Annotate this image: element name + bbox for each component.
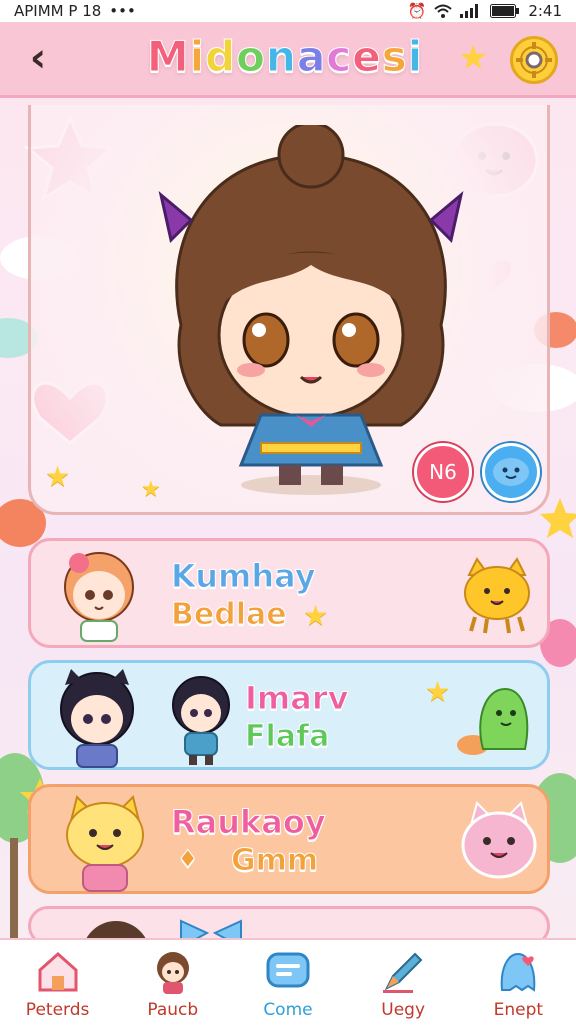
nav-label: Uegy <box>381 1000 426 1020</box>
alarm-icon: ⏰ <box>407 2 427 20</box>
signal-icon <box>460 4 479 18</box>
card-title: Imarv <box>244 679 349 718</box>
card-subtitle: Flafa <box>244 719 330 755</box>
character-icon <box>156 952 189 994</box>
nav-item-home[interactable]: Peterds <box>3 940 113 1020</box>
list-item[interactable]: Kumhay Bedlae ★ <box>28 538 550 648</box>
bottom-nav: Peterds Paucb Come Uegy Enept <box>0 938 576 1026</box>
chat-bubble-button[interactable] <box>482 443 540 501</box>
title-letter: o <box>236 32 267 82</box>
page-title: Midonacesi <box>120 32 450 82</box>
title-letter: i <box>189 32 206 82</box>
status-dots: ••• <box>109 2 136 20</box>
list-item[interactable]: Raukaoy ♦ Gmm <box>28 784 550 894</box>
card-subtitle: Gmm <box>230 843 319 879</box>
star-icon: ★ <box>458 38 489 78</box>
title-letter: M <box>146 32 190 82</box>
wifi-icon <box>434 4 452 18</box>
list-item[interactable]: Imarv Flafa ★ <box>28 660 550 770</box>
home-icon <box>38 951 78 992</box>
card-subtitle-prefix: ♦ <box>177 845 199 874</box>
chat-icon <box>266 952 310 988</box>
nav-item-ghost[interactable]: Enept <box>463 940 573 1020</box>
nav-label: Come <box>263 1000 313 1020</box>
gear-icon <box>516 42 552 78</box>
clock: 2:41 <box>528 2 562 20</box>
star-icon: ★ <box>45 460 71 493</box>
ghost-cat-icon <box>461 801 537 879</box>
title-letter: i <box>407 32 424 82</box>
card-title: Kumhay <box>171 557 317 596</box>
avatar <box>66 795 144 892</box>
nav-item-edit[interactable]: Uegy <box>348 940 458 1020</box>
star-icon: ★ <box>141 477 161 502</box>
cat-icon <box>464 557 530 634</box>
star-icon: ★ <box>303 599 329 632</box>
avatar <box>60 669 134 768</box>
status-bar: APIMM P 18 ••• ⏰ 2:41 <box>0 0 576 22</box>
pencil-icon <box>383 952 423 993</box>
title-letter: a <box>296 32 327 82</box>
level-badge[interactable]: N6 <box>414 443 472 501</box>
card-title: Raukaoy <box>171 803 327 842</box>
title-letter: d <box>205 32 237 82</box>
nav-label: Enept <box>493 1000 544 1020</box>
blue-blob-icon <box>493 458 529 486</box>
avatar <box>64 552 134 642</box>
app-header: ‹ Midonacesi ★ <box>0 22 576 98</box>
star-icon: ★ <box>425 675 451 708</box>
title-letter: s <box>381 32 408 82</box>
profile-card: ★ ★ <box>28 105 550 515</box>
ghost-icon <box>501 952 536 992</box>
chevron-left-icon: ‹ <box>29 35 47 81</box>
battery-icon <box>490 4 520 18</box>
avatar <box>172 676 230 765</box>
settings-button[interactable] <box>510 36 558 84</box>
nav-label: Peterds <box>25 1000 90 1020</box>
title-letter: c <box>326 32 353 82</box>
nav-item-chat[interactable]: Come <box>233 940 343 1020</box>
carrier-text: APIMM P 18 <box>14 2 102 20</box>
nav-item-character[interactable]: Paucb <box>118 940 228 1020</box>
character-avatar[interactable] <box>151 125 471 505</box>
slime-icon <box>457 687 529 755</box>
title-letter: n <box>266 32 297 82</box>
back-button[interactable]: ‹ <box>16 35 60 81</box>
title-letter: e <box>352 32 382 82</box>
card-subtitle: Bedlae <box>171 597 288 633</box>
nav-label: Paucb <box>147 1000 199 1020</box>
